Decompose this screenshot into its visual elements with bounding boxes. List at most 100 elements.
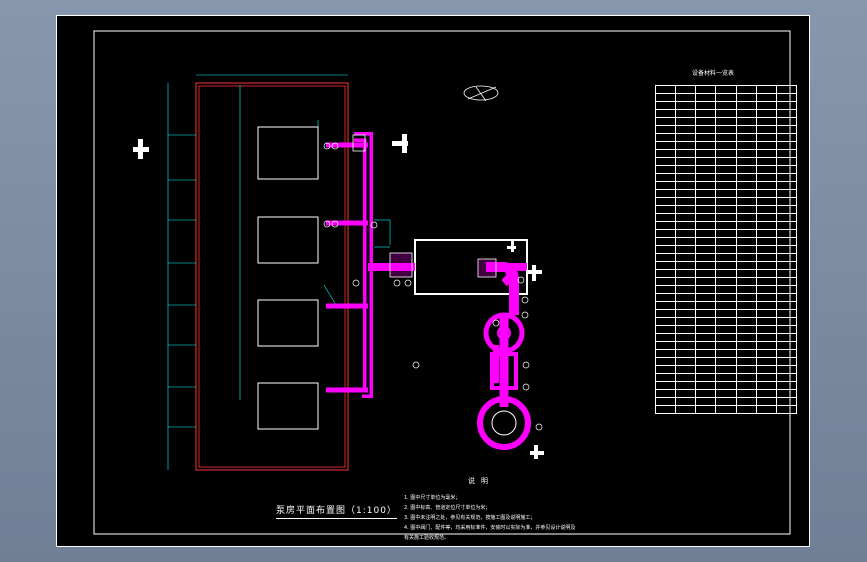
table-cell bbox=[735, 237, 757, 246]
table-cell bbox=[695, 357, 717, 366]
table-cell bbox=[775, 149, 798, 158]
table-row bbox=[654, 157, 798, 166]
table-cell bbox=[654, 325, 677, 334]
table-cell bbox=[755, 189, 777, 198]
table-cell bbox=[735, 149, 757, 158]
table-cell bbox=[755, 229, 777, 238]
table-cell bbox=[695, 85, 717, 94]
table-cell bbox=[775, 349, 798, 358]
table-cell bbox=[775, 197, 798, 206]
table-row bbox=[654, 373, 798, 382]
table-cell bbox=[755, 293, 777, 302]
table-cell bbox=[654, 125, 677, 134]
table-cell bbox=[675, 245, 697, 254]
table-cell bbox=[715, 181, 737, 190]
table-cell bbox=[715, 133, 737, 142]
table-cell bbox=[675, 277, 697, 286]
table-cell bbox=[695, 141, 717, 150]
table-cell bbox=[755, 285, 777, 294]
table-cell bbox=[675, 173, 697, 182]
table-cell bbox=[715, 301, 737, 310]
table-cell bbox=[775, 237, 798, 246]
table-cell bbox=[654, 197, 677, 206]
table-cell bbox=[755, 381, 777, 390]
table-cell bbox=[755, 221, 777, 230]
note-line-2: 2. 图中标高、管道定位尺寸单位为米； bbox=[404, 505, 491, 511]
table-row bbox=[654, 405, 798, 414]
table-row bbox=[654, 349, 798, 358]
table-cell bbox=[695, 213, 717, 222]
table-cell bbox=[715, 341, 737, 350]
table-cell bbox=[735, 229, 757, 238]
note-line-1: 1. 图中尺寸单位为毫米； bbox=[404, 495, 461, 501]
table-cell bbox=[695, 133, 717, 142]
table-cell bbox=[755, 109, 777, 118]
table-cell bbox=[695, 109, 717, 118]
table-cell bbox=[654, 357, 677, 366]
table-cell bbox=[654, 189, 677, 198]
table-cell bbox=[755, 325, 777, 334]
table-cell bbox=[715, 101, 737, 110]
table-cell bbox=[755, 317, 777, 326]
table-cell bbox=[755, 357, 777, 366]
table-cell bbox=[695, 245, 717, 254]
table-cell bbox=[675, 373, 697, 382]
table-cell bbox=[755, 93, 777, 102]
table-cell bbox=[715, 357, 737, 366]
table-cell bbox=[675, 125, 697, 134]
pump-base-2 bbox=[257, 216, 319, 264]
table-cell bbox=[654, 365, 677, 374]
table-cell bbox=[675, 325, 697, 334]
table-cell bbox=[654, 237, 677, 246]
table-cell bbox=[735, 381, 757, 390]
table-row bbox=[654, 141, 798, 150]
notes-heading: 说明 bbox=[468, 477, 494, 485]
table-cell bbox=[735, 341, 757, 350]
table-cell bbox=[695, 221, 717, 230]
table-cell bbox=[755, 341, 777, 350]
table-cell bbox=[755, 405, 777, 414]
table-cell bbox=[715, 285, 737, 294]
table-cell bbox=[775, 157, 798, 166]
table-cell bbox=[715, 261, 737, 270]
table-cell bbox=[735, 309, 757, 318]
table-cell bbox=[675, 205, 697, 214]
table-cell bbox=[675, 149, 697, 158]
table-row bbox=[654, 381, 798, 390]
table-cell bbox=[735, 277, 757, 286]
table-cell bbox=[755, 205, 777, 214]
table-cell bbox=[675, 85, 697, 94]
table-cell bbox=[675, 349, 697, 358]
table-cell bbox=[675, 181, 697, 190]
table-cell bbox=[654, 309, 677, 318]
table-cell bbox=[695, 365, 717, 374]
table-cell bbox=[755, 301, 777, 310]
table-row bbox=[654, 277, 798, 286]
table-cell bbox=[715, 365, 737, 374]
table-cell bbox=[715, 221, 737, 230]
table-cell bbox=[775, 141, 798, 150]
table-cell bbox=[695, 253, 717, 262]
table-cell bbox=[715, 213, 737, 222]
table-row bbox=[654, 181, 798, 190]
table-cell bbox=[654, 133, 677, 142]
table-cell bbox=[775, 221, 798, 230]
table-cell bbox=[735, 333, 757, 342]
table-row bbox=[654, 149, 798, 158]
table-cell bbox=[675, 293, 697, 302]
table-cell bbox=[695, 341, 717, 350]
table-cell bbox=[654, 341, 677, 350]
pump-base-1 bbox=[257, 126, 319, 180]
table-cell bbox=[775, 357, 798, 366]
table-cell bbox=[695, 229, 717, 238]
table-cell bbox=[715, 149, 737, 158]
table-cell bbox=[675, 365, 697, 374]
table-cell bbox=[735, 197, 757, 206]
table-cell bbox=[755, 157, 777, 166]
table-cell bbox=[675, 357, 697, 366]
table-cell bbox=[675, 253, 697, 262]
table-cell bbox=[695, 157, 717, 166]
table-cell bbox=[715, 389, 737, 398]
table-cell bbox=[675, 381, 697, 390]
table-cell bbox=[735, 181, 757, 190]
